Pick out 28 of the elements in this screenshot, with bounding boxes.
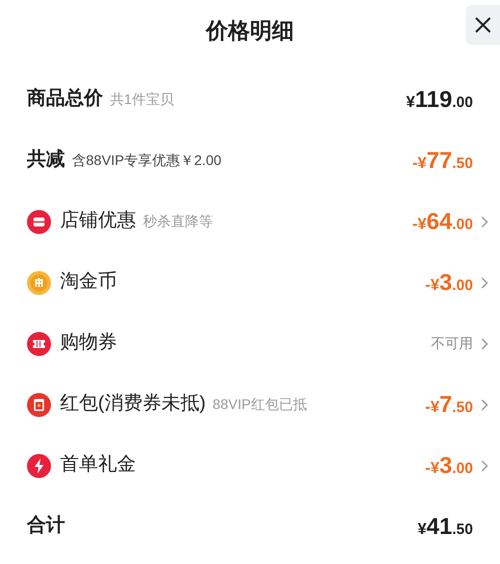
row-note: 秒杀直降等 — [143, 212, 213, 231]
lightning-icon — [27, 454, 51, 478]
price-amount: -¥7.50 — [425, 390, 473, 420]
row-label: 共减 — [27, 148, 65, 172]
close-button[interactable] — [466, 5, 500, 45]
row-label: 合计 — [27, 514, 65, 538]
row-label: 首单礼金 — [60, 453, 136, 478]
row-label: 淘金币 — [60, 270, 117, 294]
row-note: 共1件宝贝 — [110, 90, 174, 109]
price-amount: -¥64.00 — [412, 207, 473, 236]
price-amount: -¥3.00 — [425, 268, 473, 298]
price-amount: ¥119.00 — [406, 85, 473, 114]
row-label: 商品总价 — [27, 86, 103, 112]
status-text: 不可用 — [431, 334, 473, 353]
close-icon — [474, 16, 492, 34]
price-amount: ¥41.50 — [418, 512, 473, 542]
store-icon — [27, 210, 51, 234]
row-label: 红包(消费券未抵) — [60, 392, 206, 416]
row-note: 88VIP红包已抵 — [212, 395, 307, 414]
row-label: 店铺优惠 — [60, 209, 136, 234]
ticket-icon — [27, 332, 51, 356]
price-amount: -¥3.00 — [425, 451, 473, 480]
row-label: 购物券 — [60, 331, 117, 356]
row-note: 含88VIP专享优惠￥2.00 — [72, 151, 222, 170]
coin-icon — [27, 270, 51, 294]
envelope-icon — [27, 392, 51, 416]
price-amount: -¥77.50 — [412, 146, 473, 176]
sheet-title: 价格明细 — [206, 17, 294, 45]
